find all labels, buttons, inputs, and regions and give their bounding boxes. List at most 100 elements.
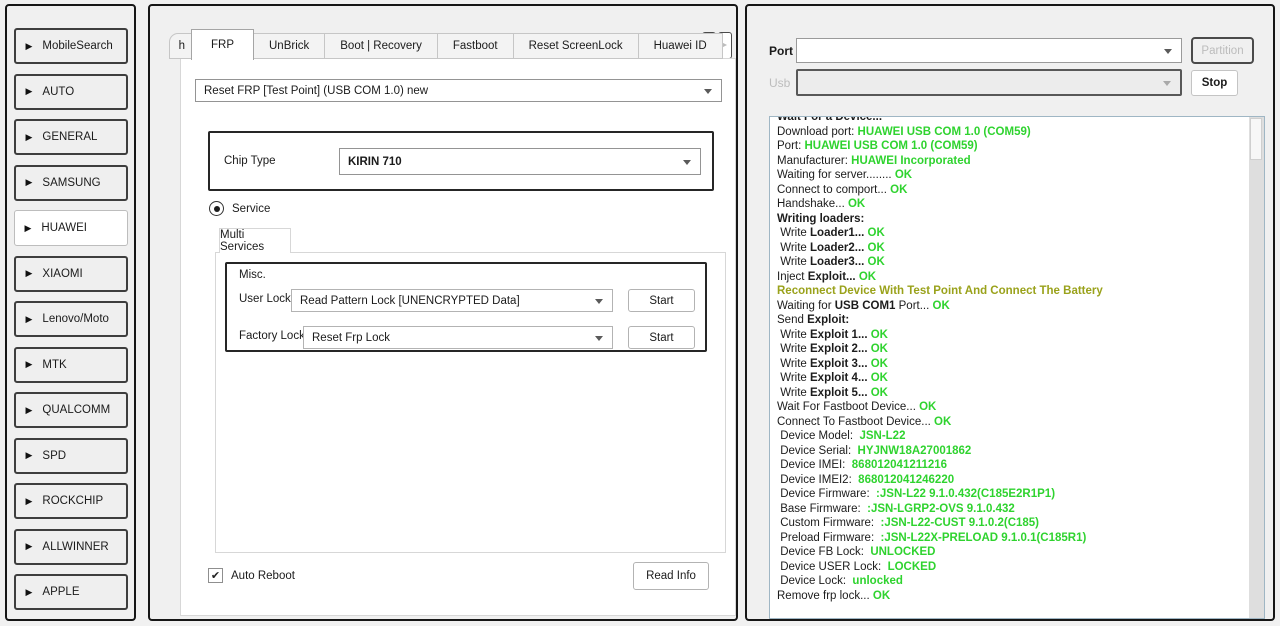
- log-segment: :JSN-LGRP2-OVS 9.1.0.432: [867, 503, 1015, 515]
- user-lock-select-value: Read Pattern Lock [UNENCRYPTED Data]: [300, 295, 520, 307]
- sidebar-item-lenovo-moto[interactable]: ▶Lenovo/Moto: [14, 301, 128, 337]
- log-segment: HYJNW18A27001862: [858, 445, 972, 457]
- sidebar-item-spd[interactable]: ▶SPD: [14, 438, 128, 474]
- log-segment: Preload Firmware:: [777, 532, 881, 544]
- stop-button[interactable]: Stop: [1191, 70, 1238, 96]
- log-segment: Write: [777, 372, 810, 384]
- log-segment: Write: [777, 256, 810, 268]
- log-segment: Loader2...: [810, 242, 864, 254]
- sidebar-item-label: GENERAL: [42, 131, 97, 143]
- read-info-button[interactable]: Read Info: [633, 562, 709, 590]
- log-segment: JSN-L22: [859, 430, 905, 442]
- expand-arrow-icon: ▶: [25, 223, 32, 234]
- service-panel: hFRPUnBrickBoot | RecoveryFastbootReset …: [148, 4, 738, 621]
- sidebar-item-allwinner[interactable]: ▶ALLWINNER: [14, 529, 128, 565]
- log-segment: Send: [777, 314, 807, 326]
- frp-tab-page: Reset FRP [Test Point] (USB COM 1.0) new…: [180, 58, 736, 616]
- log-segment: OK: [868, 227, 885, 239]
- log-line: Connect to comport... OK: [777, 183, 1242, 198]
- log-segment: :JSN-L22X-PRELOAD 9.1.0.1(C185R1): [881, 532, 1087, 544]
- log-segment: OK: [895, 169, 912, 181]
- log-segment: OK: [919, 401, 936, 413]
- log-line: Send Exploit:: [777, 313, 1242, 328]
- log-segment: Manufacturer:: [777, 155, 851, 167]
- tab-huawei-id[interactable]: Huawei ID: [638, 33, 723, 59]
- read-info-button-label: Read Info: [646, 570, 696, 582]
- log-segment: USB COM1: [835, 300, 896, 312]
- log-segment: Waiting for server........: [777, 169, 895, 181]
- factory-lock-select[interactable]: Reset Frp Lock: [303, 326, 613, 349]
- log-segment: Connect To Fastboot Device...: [777, 416, 934, 428]
- log-line: Custom Firmware: :JSN-L22-CUST 9.1.0.2(C…: [777, 516, 1242, 531]
- service-radio[interactable]: [209, 201, 224, 216]
- log-segment: Device Firmware:: [777, 488, 876, 500]
- checkmark-icon: ✔: [211, 569, 220, 582]
- misc-row-factory-lock: Factory LockReset Frp LockStart: [227, 326, 705, 349]
- log-line: Write Exploit 1... OK: [777, 328, 1242, 343]
- sidebar-item-mobilesearch[interactable]: ▶MobileSearch: [14, 28, 128, 64]
- log-segment: OK: [933, 300, 950, 312]
- log-segment: Device IMEI2:: [777, 474, 858, 486]
- user-lock-start-button[interactable]: Start: [628, 289, 695, 312]
- log-segment: Exploit 3...: [810, 358, 868, 370]
- multi-services-tab-label: Multi Services: [220, 229, 290, 253]
- log-line: Write Loader2... OK: [777, 241, 1242, 256]
- operation-select[interactable]: Reset FRP [Test Point] (USB COM 1.0) new: [195, 79, 722, 102]
- tab-strip: hFRPUnBrickBoot | RecoveryFastbootReset …: [170, 28, 723, 59]
- sidebar-item-huawei[interactable]: ▶HUAWEI: [14, 210, 128, 246]
- log-line: Device FB Lock: UNLOCKED: [777, 545, 1242, 560]
- tab-clipped[interactable]: h: [169, 33, 192, 59]
- partition-button-label: Partition: [1201, 45, 1243, 57]
- sidebar-item-label: ROCKCHIP: [42, 495, 103, 507]
- sidebar-item-label: ALLWINNER: [42, 541, 108, 553]
- log-segment: OK: [890, 184, 907, 196]
- log-line: Base Firmware: :JSN-LGRP2-OVS 9.1.0.432: [777, 502, 1242, 517]
- sidebar-item-apple[interactable]: ▶APPLE: [14, 574, 128, 610]
- chip-type-select[interactable]: KIRIN 710: [339, 148, 701, 175]
- expand-arrow-icon: ▶: [26, 359, 33, 370]
- tab-reset-screenlock[interactable]: Reset ScreenLock: [513, 33, 639, 59]
- tab-frp[interactable]: FRP: [191, 29, 254, 60]
- log-console[interactable]: Wait For a Device...Download port: HUAWE…: [769, 116, 1265, 619]
- log-line: Device IMEI2: 868012041246220: [777, 473, 1242, 488]
- sidebar-item-qualcomm[interactable]: ▶QUALCOMM: [14, 392, 128, 428]
- log-segment: Writing loaders:: [777, 213, 864, 225]
- log-line: Reconnect Device With Test Point And Con…: [777, 284, 1242, 299]
- tab-boot-recovery[interactable]: Boot | Recovery: [324, 33, 438, 59]
- usb-select: [796, 69, 1182, 96]
- log-scrollbar[interactable]: [1249, 117, 1264, 618]
- factory-lock-start-button[interactable]: Start: [628, 326, 695, 349]
- user-lock-select[interactable]: Read Pattern Lock [UNENCRYPTED Data]: [291, 289, 613, 312]
- log-segment: LOCKED: [888, 561, 937, 573]
- tab-unbrick[interactable]: UnBrick: [253, 33, 325, 59]
- log-segment: OK: [873, 590, 890, 602]
- sidebar-item-xiaomi[interactable]: ▶XIAOMI: [14, 256, 128, 292]
- port-select[interactable]: [796, 38, 1182, 63]
- log-segment: Exploit 5...: [810, 387, 868, 399]
- log-segment: Custom Firmware:: [777, 517, 881, 529]
- sidebar-item-general[interactable]: ▶GENERAL: [14, 119, 128, 155]
- log-scrollbar-thumb[interactable]: [1250, 118, 1262, 160]
- log-line: Download port: HUAWEI USB COM 1.0 (COM59…: [777, 125, 1242, 140]
- log-segment: Write: [777, 358, 810, 370]
- sidebar-item-mtk[interactable]: ▶ MTK: [14, 347, 128, 383]
- tab-multi-services[interactable]: Multi Services: [219, 228, 291, 253]
- sidebar-item-samsung[interactable]: ▶SAMSUNG: [14, 165, 128, 201]
- sidebar-item-auto[interactable]: ▶AUTO: [14, 74, 128, 110]
- sidebar-item-label: XIAOMI: [42, 268, 82, 280]
- log-segment: Device FB Lock:: [777, 546, 870, 558]
- tab-fastboot[interactable]: Fastboot: [437, 33, 514, 59]
- log-line: Write Exploit 5... OK: [777, 386, 1242, 401]
- auto-reboot-checkbox[interactable]: ✔: [208, 568, 223, 583]
- log-line: Device Lock: unlocked: [777, 574, 1242, 589]
- log-segment: Device USER Lock:: [777, 561, 888, 573]
- log-line: Device Model: JSN-L22: [777, 429, 1242, 444]
- log-line: Device IMEI: 868012041211216: [777, 458, 1242, 473]
- chip-type-value: KIRIN 710: [348, 156, 402, 168]
- log-segment: Connect to comport...: [777, 184, 890, 196]
- log-segment: Exploit...: [808, 271, 856, 283]
- log-segment: OK: [868, 242, 885, 254]
- log-segment: Write: [777, 329, 810, 341]
- sidebar-item-rockchip[interactable]: ▶ROCKCHIP: [14, 483, 128, 519]
- sidebar-item-label: MTK: [42, 359, 66, 371]
